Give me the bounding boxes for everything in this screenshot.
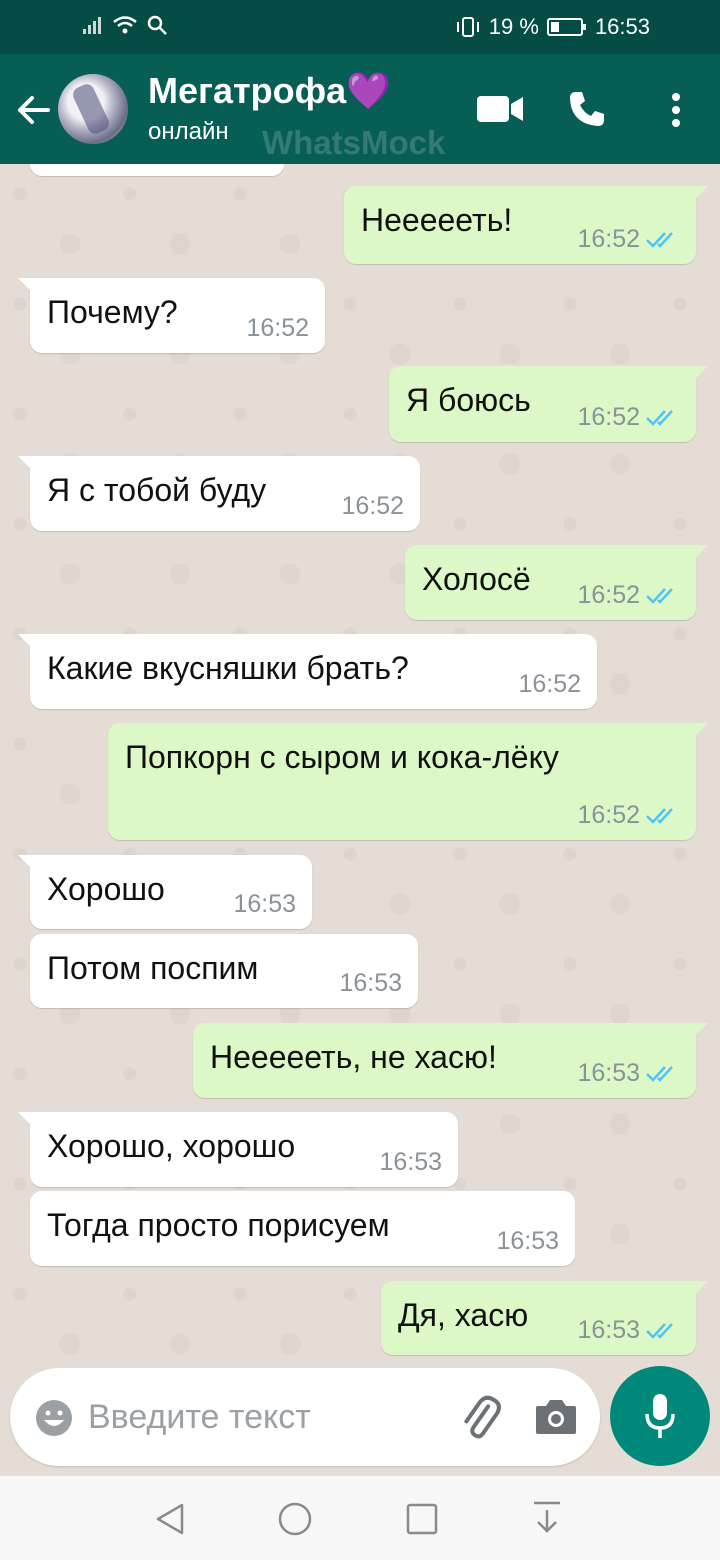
status-left-icons [82, 14, 168, 36]
message-bubble-incoming[interactable]: Почему? 16:52 [18, 278, 325, 353]
message-bubble-outgoing[interactable]: Дя, хасю 16:53 [381, 1281, 708, 1355]
search-status-icon [147, 15, 167, 35]
battery-icon [546, 18, 586, 36]
message-text: Потом поспим [47, 950, 259, 986]
phone-icon[interactable] [568, 90, 606, 128]
message-text: Хорошо [47, 871, 165, 907]
message-time: 16:52 [246, 314, 309, 342]
nav-back-icon[interactable] [154, 1502, 186, 1536]
contact-status: онлайн [148, 118, 229, 145]
message-text: Тогда просто порисуем [47, 1207, 390, 1243]
message-bubble-incoming[interactable]: Потом поспим 16:53 [30, 934, 418, 1008]
emoji-icon[interactable] [34, 1398, 74, 1438]
message-bubble-outgoing[interactable]: Холосё 16:52 [405, 545, 708, 620]
status-bar: 19 % 16:53 [0, 0, 720, 54]
message-text: Попкорн с сыром и кока-лёку [125, 739, 559, 775]
message-bubble-outgoing[interactable]: Неееееть! 16:52 [344, 186, 708, 264]
message-bubble-incoming[interactable]: Я с тобой буду 16:52 [18, 456, 420, 531]
message-time: 16:52 [518, 670, 581, 698]
message-input-bar[interactable]: Введите текст [10, 1368, 600, 1466]
signal-icon [83, 17, 101, 34]
double-check-icon [646, 231, 673, 248]
message-bubble-outgoing[interactable]: Неееееть, не хасю! 16:53 [193, 1023, 708, 1098]
message-time: 16:52 [577, 225, 640, 253]
contact-name[interactable]: Мегатрофа💜 [148, 70, 391, 112]
message-text: Холосё [422, 561, 531, 597]
double-check-icon [646, 409, 673, 426]
message-text: Неееееть! [361, 202, 513, 238]
message-bubble-incoming[interactable]: Хорошо 16:53 [18, 855, 312, 929]
double-check-icon [646, 1065, 673, 1082]
double-check-icon [646, 587, 673, 604]
previous-message-bubble[interactable] [30, 164, 284, 176]
message-time: 16:53 [233, 890, 296, 918]
nav-home-icon[interactable] [278, 1502, 312, 1536]
chat-header: Мегатрофа💜 онлайн WhatsMock [0, 54, 720, 164]
message-time: 16:53 [496, 1227, 559, 1255]
message-bubble-outgoing[interactable]: Я боюсь 16:52 [389, 366, 708, 442]
message-time: 16:53 [339, 969, 402, 997]
nav-recents-icon[interactable] [406, 1503, 438, 1535]
double-check-icon [646, 1322, 673, 1339]
message-bubble-outgoing[interactable]: Попкорн с сыром и кока-лёку 16:52 [108, 723, 708, 840]
battery-percent: 19 % [488, 14, 539, 39]
message-text: Хорошо, хорошо [47, 1128, 296, 1164]
message-time: 16:53 [577, 1316, 640, 1344]
message-input[interactable]: Введите текст [88, 1398, 311, 1437]
message-text: Неееееть, не хасю! [210, 1039, 497, 1075]
double-check-icon [646, 807, 673, 824]
message-bubble-incoming[interactable]: Какие вкусняшки брать? 16:52 [18, 634, 597, 709]
more-options-icon[interactable] [670, 92, 682, 128]
message-text: Я боюсь [406, 382, 531, 418]
message-text: Какие вкусняшки брать? [47, 650, 409, 686]
back-arrow-icon[interactable] [14, 90, 54, 130]
wifi-icon [113, 16, 137, 34]
nav-notification-pull-icon[interactable] [532, 1500, 562, 1536]
chat-area[interactable]: Неееееть! 16:52 Почему? 16:52 Я боюсь 16… [0, 164, 720, 1364]
attach-icon[interactable] [456, 1394, 504, 1442]
watermark: WhatsMock [262, 124, 446, 161]
microphone-icon [645, 1394, 675, 1438]
message-bubble-incoming[interactable]: Тогда просто порисуем 16:53 [30, 1191, 575, 1266]
system-nav-bar [0, 1476, 720, 1560]
message-time: 16:52 [341, 492, 404, 520]
voice-record-button[interactable] [610, 1366, 710, 1466]
clock: 16:53 [594, 14, 650, 39]
vibrate-icon [456, 17, 479, 37]
video-call-icon[interactable] [476, 94, 524, 124]
message-bubble-incoming[interactable]: Хорошо, хорошо 16:53 [18, 1112, 458, 1187]
message-time: 16:53 [577, 1059, 640, 1087]
camera-icon[interactable] [534, 1396, 578, 1436]
message-text: Почему? [47, 294, 178, 330]
message-time: 16:53 [379, 1148, 442, 1176]
message-time: 16:52 [577, 581, 640, 609]
status-right-icons: 19 % 16:53 [455, 14, 650, 40]
avatar[interactable] [58, 74, 128, 144]
message-text: Я с тобой буду [47, 472, 267, 508]
message-text: Дя, хасю [398, 1297, 529, 1333]
message-time: 16:52 [577, 801, 640, 829]
message-time: 16:52 [577, 403, 640, 431]
